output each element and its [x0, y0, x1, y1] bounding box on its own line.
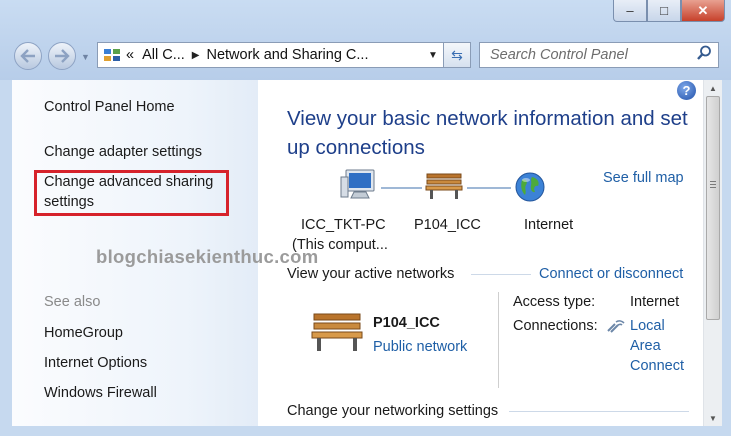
connect-or-disconnect-link[interactable]: Connect or disconnect [539, 264, 683, 284]
local-area-connection-link-line3[interactable]: Connect [630, 356, 684, 376]
refresh-button[interactable]: ⇆ [444, 42, 471, 68]
close-button[interactable]: ✕ [681, 0, 725, 22]
network-name: P104_ICC [373, 315, 440, 331]
internet-label: Internet [524, 217, 574, 233]
back-arrow-icon [20, 49, 35, 63]
grip-line [710, 181, 716, 182]
divider [509, 411, 689, 412]
local-area-connection-link-line2[interactable]: Area [630, 336, 661, 356]
divider [471, 274, 531, 275]
scroll-down-arrow-icon[interactable]: ▼ [704, 410, 722, 426]
window-controls: – □ ✕ [613, 0, 725, 22]
grip-line [710, 187, 716, 188]
address-dropdown-icon[interactable]: ▼ [423, 50, 443, 61]
public-network-link[interactable]: Public network [373, 337, 467, 357]
breadcrumb-all-control-panel[interactable]: All C... [142, 47, 185, 63]
access-type-label: Access type: [513, 294, 596, 310]
search-icon[interactable] [696, 45, 712, 66]
highlight-box [34, 170, 229, 216]
window-left-border [0, 80, 12, 436]
search-box[interactable] [479, 42, 719, 68]
sidebar-item-control-panel-home[interactable]: Control Panel Home [44, 97, 175, 117]
window-right-border [721, 80, 731, 436]
breadcrumb-overflow[interactable]: « [126, 47, 134, 63]
minimize-button[interactable]: – [613, 0, 647, 22]
see-full-map-link[interactable]: See full map [603, 168, 684, 188]
back-button[interactable] [14, 42, 42, 70]
see-also-heading: See also [44, 294, 101, 310]
maximize-button[interactable]: □ [647, 0, 681, 22]
connector-line [467, 187, 511, 189]
local-area-connection-link[interactable]: Local [630, 316, 665, 336]
sidebar-item-windows-firewall[interactable]: Windows Firewall [44, 383, 157, 403]
watermark-text: blogchiasekienthuc.com [96, 246, 319, 267]
sidebar-item-change-adapter-settings[interactable]: Change adapter settings [44, 142, 202, 162]
refresh-icon: ⇆ [451, 46, 463, 63]
grip-line [710, 184, 716, 185]
divider [498, 292, 499, 388]
computer-name: ICC_TKT-PC [301, 217, 386, 233]
access-type-value: Internet [630, 294, 680, 310]
page-title-line1: View your basic network information and … [287, 107, 688, 130]
vertical-scrollbar[interactable]: ▲ ▼ [703, 80, 722, 426]
window-bottom-border [0, 426, 731, 436]
breadcrumb-separator-icon[interactable]: ▶ [192, 50, 200, 61]
wireless-signal-icon [606, 318, 626, 339]
help-icon[interactable]: ? [677, 81, 696, 100]
scroll-up-arrow-icon[interactable]: ▲ [704, 80, 722, 96]
address-bar[interactable]: « All C... ▶ Network and Sharing C... ▼ [97, 42, 444, 68]
scrollbar-thumb[interactable] [706, 96, 720, 320]
network-map-name: P104_ICC [414, 217, 481, 233]
sidebar-item-homegroup[interactable]: HomeGroup [44, 323, 123, 343]
forward-arrow-icon [55, 49, 70, 63]
breadcrumb-network-sharing[interactable]: Network and Sharing C... [206, 47, 368, 63]
search-input[interactable] [488, 46, 696, 64]
bench-icon[interactable] [425, 172, 463, 205]
globe-icon[interactable] [514, 171, 546, 208]
recent-pages-dropdown[interactable]: ▼ [81, 52, 90, 62]
change-settings-heading: Change your networking settings [287, 403, 499, 419]
computer-icon[interactable] [340, 168, 380, 207]
control-panel-icon [102, 46, 122, 64]
forward-button[interactable] [48, 42, 76, 70]
sidebar-item-internet-options[interactable]: Internet Options [44, 353, 147, 373]
bench-icon [310, 310, 364, 357]
connector-line [381, 187, 422, 189]
page-title-line2: up connections [287, 136, 425, 159]
connections-label: Connections: [513, 318, 598, 334]
page-title: View your basic network information and … [287, 104, 697, 162]
